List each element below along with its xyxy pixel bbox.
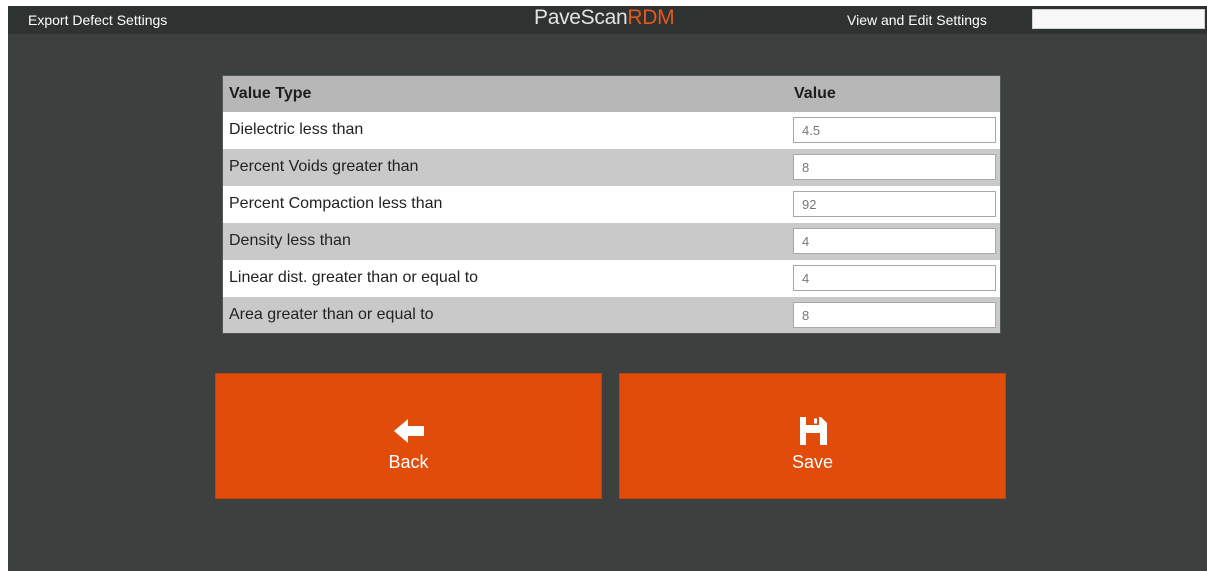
- save-button-label: Save: [791, 452, 834, 472]
- table-header: Value Type Value: [223, 76, 1000, 112]
- view-edit-settings-link[interactable]: View and Edit Settings: [847, 12, 987, 28]
- table-row-linear-dist: Linear dist. greater than or equal to: [223, 260, 1000, 297]
- page-title: Export Defect Settings: [28, 12, 168, 28]
- app-window: Export Defect Settings PaveScanRDM View …: [8, 6, 1207, 571]
- table-row-percent-compaction: Percent Compaction less than: [223, 186, 1000, 223]
- density-input[interactable]: [793, 228, 996, 254]
- dielectric-input[interactable]: [793, 117, 996, 143]
- linear-dist-input[interactable]: [793, 265, 996, 291]
- floppy-disk-icon: [799, 417, 827, 445]
- save-button[interactable]: Save: [619, 373, 1006, 499]
- table-row-percent-voids: Percent Voids greater than: [223, 149, 1000, 186]
- table-row-dielectric: Dielectric less than: [223, 112, 1000, 149]
- brand-accent: RDM: [627, 6, 675, 29]
- row-label: Dielectric less than: [229, 121, 364, 138]
- column-header-value: Value: [794, 85, 836, 102]
- area-input[interactable]: [793, 302, 996, 328]
- brand-logo: PaveScanRDM: [534, 6, 675, 30]
- brand-main: PaveScan: [534, 6, 628, 29]
- row-label: Density less than: [229, 232, 351, 249]
- back-button-label: Back: [388, 452, 429, 472]
- table-row-density: Density less than: [223, 223, 1000, 260]
- arrow-left-icon: [393, 419, 424, 443]
- back-button[interactable]: Back: [215, 373, 602, 499]
- row-label: Area greater than or equal to: [229, 306, 434, 323]
- settings-table: Value Type Value Dielectric less than Pe…: [223, 76, 1000, 333]
- row-label: Linear dist. greater than or equal to: [229, 269, 479, 286]
- percent-compaction-input[interactable]: [793, 191, 996, 217]
- row-label: Percent Compaction less than: [229, 195, 443, 212]
- search-input[interactable]: [1032, 9, 1205, 29]
- row-label: Percent Voids greater than: [229, 158, 419, 175]
- column-header-value-type: Value Type: [229, 85, 312, 102]
- percent-voids-input[interactable]: [793, 154, 996, 180]
- table-row-area: Area greater than or equal to: [223, 297, 1000, 333]
- top-bar: Export Defect Settings PaveScanRDM View …: [8, 6, 1207, 34]
